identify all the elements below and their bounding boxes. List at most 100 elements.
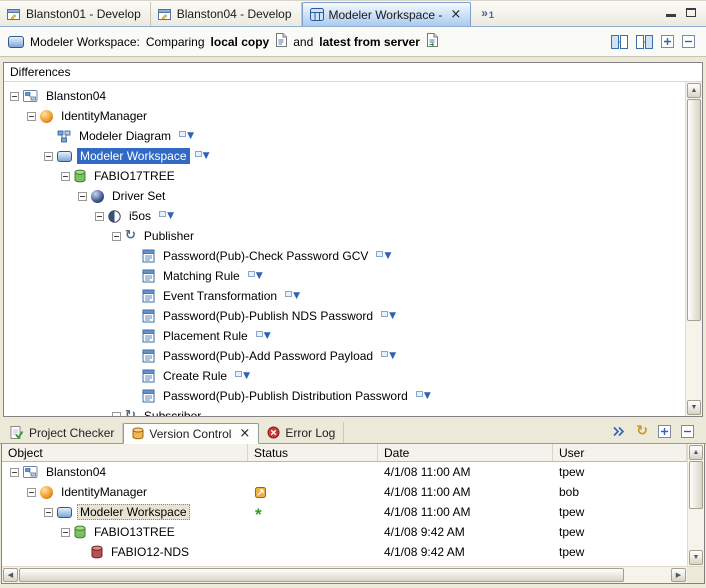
modeler-workspace-icon: [8, 36, 24, 48]
tree-item-label: Password(Pub)-Add Password Payload: [160, 348, 376, 364]
version-control-icon: [132, 427, 144, 440]
table-row[interactable]: FABIO12-NDS4/1/08 9:42 AMtpew: [2, 542, 687, 562]
collapse-expander-icon[interactable]: [27, 488, 36, 497]
scrollbar-thumb[interactable]: [689, 461, 703, 509]
scroll-left-icon[interactable]: ◀: [3, 568, 18, 582]
collapse-expander-icon[interactable]: [112, 412, 121, 417]
tree-item-label: Subscriber: [141, 408, 204, 416]
editor-tab[interactable]: Blanston04 - Develop: [151, 2, 302, 26]
bottom-tab[interactable]: Version Control ×: [123, 423, 259, 444]
collapse-expander-icon[interactable]: [61, 172, 70, 181]
tab-overflow-chevron[interactable]: »1: [481, 6, 494, 20]
tree-item[interactable]: Modeler Diagram▼: [4, 126, 685, 146]
project-icon: [23, 89, 38, 103]
scroll-up-icon[interactable]: ▲: [687, 83, 701, 98]
collapse-expander-icon[interactable]: [44, 152, 53, 161]
tree-item-label: Modeler Diagram: [76, 128, 174, 144]
collapse-expander-icon[interactable]: [10, 468, 19, 477]
tree-item[interactable]: FABIO17TREE: [4, 166, 685, 186]
tree-item-label: FABIO17TREE: [91, 168, 178, 184]
scrollbar-track[interactable]: [687, 99, 701, 399]
table-row[interactable]: IdentityManager4/1/08 11:00 AMbob: [2, 482, 687, 502]
refresh-icon[interactable]: ↻: [636, 424, 648, 438]
expand-all-icon[interactable]: [658, 425, 671, 438]
status-cell: [248, 542, 378, 562]
scroll-down-icon[interactable]: ▼: [689, 550, 703, 565]
tree-item-label: Placement Rule: [160, 328, 251, 344]
workspace-tab-icon: [310, 8, 324, 21]
tree-item[interactable]: Create Rule▼: [4, 366, 685, 386]
tree-item[interactable]: ↻Publisher: [4, 226, 685, 246]
horizontal-scrollbar[interactable]: ◀ ▶: [2, 566, 704, 583]
scroll-down-icon[interactable]: ▼: [687, 400, 701, 415]
tree-item[interactable]: Password(Pub)-Check Password GCV▼: [4, 246, 685, 266]
collapse-expander-icon[interactable]: [27, 112, 36, 121]
tree-item[interactable]: Modeler Workspace▼: [4, 146, 685, 166]
table-row[interactable]: FABIO13TREE4/1/08 9:42 AMtpew: [2, 522, 687, 542]
collapse-expander-icon[interactable]: [44, 508, 53, 517]
column-header-user[interactable]: User: [553, 444, 687, 461]
bottom-tab[interactable]: Project Checker: [2, 422, 123, 443]
scroll-up-icon[interactable]: ▲: [689, 445, 703, 460]
table-scrollbar[interactable]: ▲ ▼: [687, 444, 704, 566]
maximize-icon[interactable]: [686, 8, 696, 17]
status-cell: [248, 482, 378, 502]
collapse-expander-icon[interactable]: [95, 212, 104, 221]
status-added-icon: *: [255, 504, 262, 520]
policy-icon: [142, 349, 155, 363]
editor-tab[interactable]: Modeler Workspace - ×: [302, 2, 472, 26]
bottom-tab-label: Version Control: [149, 427, 231, 441]
project-icon: [23, 465, 38, 479]
project-tab-icon: [158, 8, 172, 21]
collapse-expander-icon[interactable]: [78, 192, 87, 201]
column-header-date[interactable]: Date: [378, 444, 553, 461]
table-row[interactable]: Modeler Workspace*4/1/08 11:00 AMtpew: [2, 502, 687, 522]
scrollbar-track[interactable]: [19, 568, 670, 582]
expand-all-icon[interactable]: [661, 35, 674, 48]
tree-item-label: Event Transformation: [160, 288, 280, 304]
compare-panes-alt-icon[interactable]: [636, 35, 653, 49]
collapse-all-icon[interactable]: [681, 425, 694, 438]
tree-item[interactable]: IdentityManager: [4, 106, 685, 126]
date-cell: 4/1/08 11:00 AM: [378, 482, 553, 502]
close-tab-icon[interactable]: ×: [450, 9, 461, 21]
editor-tab-label: Blanston01 - Develop: [26, 7, 141, 21]
compare-panes-icon[interactable]: [611, 35, 628, 49]
tree-item[interactable]: Password(Pub)-Publish NDS Password▼: [4, 306, 685, 326]
tree-item[interactable]: Password(Pub)-Publish Distribution Passw…: [4, 386, 685, 406]
column-header-object[interactable]: Object: [2, 444, 248, 461]
tree-item-label: Modeler Workspace: [77, 148, 190, 164]
policy-icon: [142, 389, 155, 403]
column-header-status[interactable]: Status: [248, 444, 378, 461]
tree-item[interactable]: Matching Rule▼: [4, 266, 685, 286]
incoming-change-icon: ▼: [159, 210, 174, 223]
project-checker-icon: [10, 426, 24, 439]
collapse-expander-icon[interactable]: [61, 528, 70, 537]
scrollbar-thumb[interactable]: [687, 99, 701, 321]
differences-scrollbar[interactable]: ▲ ▼: [685, 82, 702, 416]
collapse-expander-icon[interactable]: [10, 92, 19, 101]
tree-item-label: Publisher: [141, 228, 197, 244]
close-tab-icon[interactable]: ×: [239, 428, 250, 440]
editor-tab-label: Modeler Workspace -: [329, 8, 443, 22]
table-row[interactable]: Blanston044/1/08 11:00 AMtpew: [2, 462, 687, 482]
tree-item[interactable]: i5os▼: [4, 206, 685, 226]
editor-tab[interactable]: Blanston01 - Develop: [0, 2, 151, 26]
tree-item[interactable]: Blanston04: [4, 86, 685, 106]
collapse-all-icon[interactable]: [682, 35, 695, 48]
tree-item[interactable]: Placement Rule▼: [4, 326, 685, 346]
tree-item[interactable]: Password(Pub)-Add Password Payload▼: [4, 346, 685, 366]
tree-item[interactable]: Driver Set: [4, 186, 685, 206]
date-cell: 4/1/08 9:42 AM: [378, 522, 553, 542]
scrollbar-thumb[interactable]: [19, 568, 624, 582]
tree-item[interactable]: ↻Subscriber: [4, 406, 685, 416]
collapse-expander-icon[interactable]: [112, 232, 121, 241]
synchronize-icon[interactable]: [612, 425, 626, 438]
scrollbar-track[interactable]: [689, 461, 703, 549]
object-label: Blanston04: [43, 464, 109, 480]
scroll-right-icon[interactable]: ▶: [671, 568, 686, 582]
minimize-icon[interactable]: [666, 7, 676, 17]
tree-item[interactable]: Event Transformation▼: [4, 286, 685, 306]
bottom-tab[interactable]: Error Log: [259, 422, 344, 443]
bottom-tab-label: Error Log: [285, 426, 335, 440]
